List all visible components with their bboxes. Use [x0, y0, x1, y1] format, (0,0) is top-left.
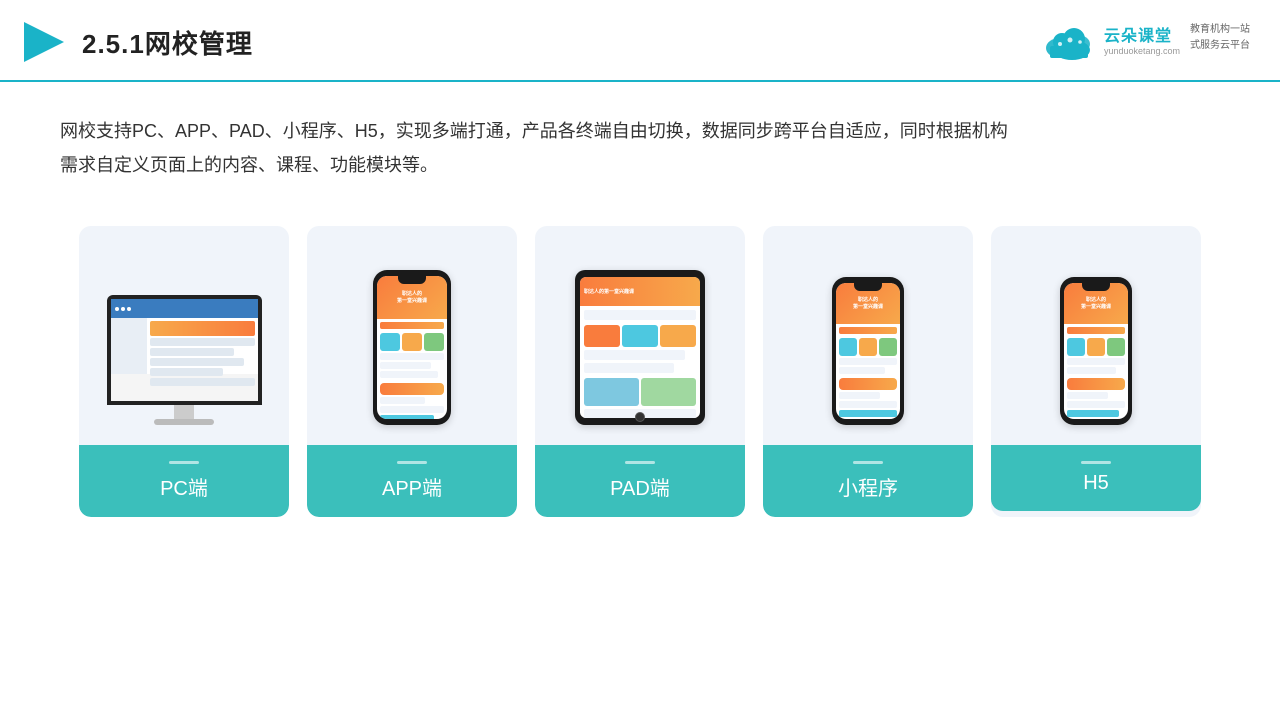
play-icon — [20, 18, 68, 66]
logo-area: 云朵课堂 yunduoketang.com 教育机构一站 式服务云平台 — [1040, 22, 1250, 62]
pc-image-area — [91, 250, 277, 425]
miniprogram-image-area: 职达人的第一堂兴趣课 — [775, 250, 961, 425]
card-miniprogram: 职达人的第一堂兴趣课 — [763, 226, 973, 517]
h5-image-area: 职达人的第一堂兴趣课 — [1003, 250, 1189, 425]
app-image-area: 职达人的第一堂兴趣课 — [319, 250, 505, 425]
pad-tablet-mockup: 职达人的第一堂兴趣课 — [575, 270, 705, 425]
card-pc-label: PC端 — [79, 445, 289, 517]
page-title: 2.5.1网校管理 — [82, 24, 253, 61]
card-app-label: APP端 — [307, 445, 517, 517]
cards-container: PC端 职达人的第一堂兴趣课 — [0, 202, 1280, 537]
pad-image-area: 职达人的第一堂兴趣课 — [547, 250, 733, 425]
logo-cloud-icon — [1040, 22, 1096, 62]
logo-name-cn: 云朵课堂 — [1104, 22, 1180, 46]
h5-phone-mockup: 职达人的第一堂兴趣课 — [1060, 277, 1132, 425]
description-line2: 需求自定义页面上的内容、课程、功能模块等。 — [60, 148, 1220, 182]
logo-name-en: yunduoketang.com — [1104, 46, 1180, 56]
miniprogram-phone-mockup: 职达人的第一堂兴趣课 — [832, 277, 904, 425]
app-phone-mockup: 职达人的第一堂兴趣课 — [373, 270, 451, 425]
pc-mockup — [107, 295, 262, 425]
header-left: 2.5.1网校管理 — [20, 18, 253, 66]
logo-text-block: 云朵课堂 yunduoketang.com — [1104, 22, 1180, 56]
card-h5: 职达人的第一堂兴趣课 — [991, 226, 1201, 517]
card-app: 职达人的第一堂兴趣课 — [307, 226, 517, 517]
header: 2.5.1网校管理 云朵课堂 yunduoketang.com 教育机构一站 式… — [0, 0, 1280, 82]
card-pc: PC端 — [79, 226, 289, 517]
card-pad: 职达人的第一堂兴趣课 — [535, 226, 745, 517]
description-line1: 网校支持PC、APP、PAD、小程序、H5，实现多端打通，产品各终端自由切换，数… — [60, 114, 1220, 148]
logo-tagline: 教育机构一站 式服务云平台 — [1190, 22, 1250, 54]
logo-tagline-1: 教育机构一站 — [1190, 22, 1250, 38]
card-miniprogram-label: 小程序 — [763, 445, 973, 517]
card-pad-label: PAD端 — [535, 445, 745, 517]
card-h5-label: H5 — [991, 445, 1201, 511]
description: 网校支持PC、APP、PAD、小程序、H5，实现多端打通，产品各终端自由切换，数… — [0, 82, 1280, 192]
logo-tagline-2: 式服务云平台 — [1190, 38, 1250, 54]
